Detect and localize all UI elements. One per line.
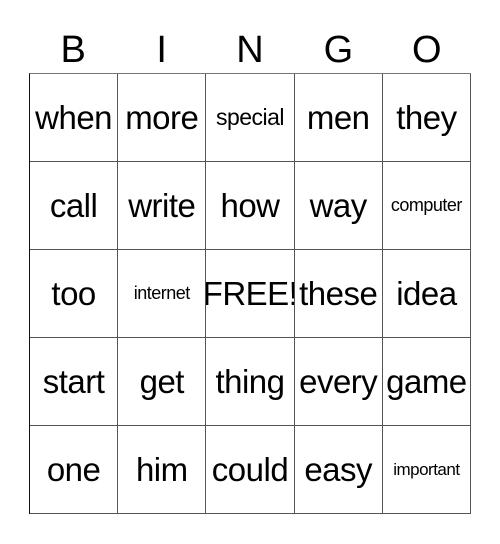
bingo-cell[interactable]: write [118, 162, 207, 250]
bingo-cell[interactable]: thing [206, 338, 295, 426]
bingo-cell[interactable]: men [294, 74, 383, 162]
bingo-cell[interactable]: one [30, 426, 119, 514]
bingo-cell[interactable]: him [118, 426, 207, 514]
bingo-cell[interactable]: could [206, 426, 295, 514]
bingo-cell[interactable]: start [30, 338, 119, 426]
bingo-cell[interactable]: too [30, 250, 119, 338]
bingo-cell[interactable]: they [382, 74, 471, 162]
bingo-header: B I N G O [29, 28, 471, 73]
bingo-cell[interactable]: every [294, 338, 383, 426]
header-letter-b: B [60, 29, 86, 71]
header-letter-i: I [156, 29, 167, 71]
bingo-cell[interactable]: easy [294, 426, 383, 514]
bingo-cell[interactable]: special [206, 74, 295, 162]
header-letter-g: G [323, 29, 354, 71]
header-letter-o: O [412, 29, 442, 71]
bingo-cell[interactable]: internet [118, 250, 207, 338]
bingo-cell[interactable]: idea [382, 250, 471, 338]
bingo-grid: when more special men they call write how way com… [29, 73, 471, 514]
bingo-cell[interactable]: these [294, 250, 383, 338]
bingo-cell[interactable]: more [118, 74, 207, 162]
bingo-cell[interactable]: how [206, 162, 295, 250]
header-letter-n: N [236, 29, 264, 71]
bingo-cell[interactable]: important [382, 426, 471, 514]
bingo-cell[interactable]: way [294, 162, 383, 250]
bingo-cell[interactable]: FREE! [206, 250, 295, 338]
bingo-cell[interactable]: computer [382, 162, 471, 250]
bingo-cell[interactable]: when [30, 74, 119, 162]
bingo-cell[interactable]: call [30, 162, 119, 250]
bingo-cell[interactable]: get [118, 338, 207, 426]
bingo-cell[interactable]: game [382, 338, 471, 426]
